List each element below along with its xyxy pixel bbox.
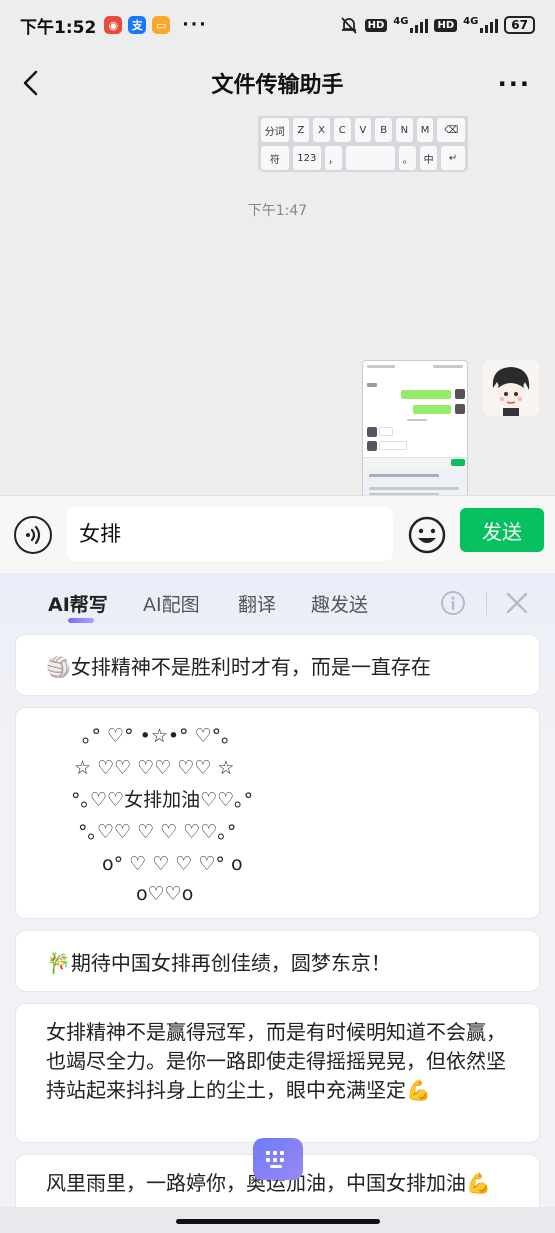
suggestion-text: 🏐女排精神不是胜利时才有，而是一直存在 — [46, 654, 431, 679]
send-button[interactable]: 发送 — [460, 508, 544, 552]
key: 符 — [261, 146, 289, 170]
mini-text — [369, 487, 459, 490]
suggestion-text: 女排精神不是赢得冠军，而是有时候明知道不会赢，也竭尽全力。是你一路即使走得摇摇晃… — [46, 1020, 506, 1102]
key: N — [396, 118, 413, 142]
network-label-2: 4G — [463, 15, 479, 27]
mini-avatar — [455, 389, 465, 399]
netease-music-icon: ◉ — [104, 16, 123, 34]
back-arrow-icon[interactable] — [18, 68, 46, 98]
signal-icon-2 — [480, 17, 499, 33]
key: 123 — [292, 146, 321, 170]
key: ， — [324, 146, 342, 170]
mini-white-bubble — [379, 427, 393, 436]
status-more-icon: ··· — [182, 15, 208, 35]
more-options-icon[interactable]: ··· — [498, 70, 531, 98]
mini-time — [407, 419, 427, 421]
key: 分词 — [261, 118, 289, 142]
mini-tabs — [369, 474, 439, 477]
mini-line — [367, 383, 377, 387]
keyboard-icon — [266, 1151, 284, 1168]
nav-bar: 文件传输助手 ··· — [0, 50, 555, 116]
key: B — [375, 118, 393, 142]
home-bar[interactable] — [176, 1219, 380, 1224]
tab-divider — [486, 591, 487, 615]
close-icon[interactable] — [504, 590, 530, 616]
ai-assistant-panel: AI帮写 AI配图 翻译 趣发送 🏐女排精神不是胜利时才有，而是一直存在 ｡° … — [0, 573, 555, 1233]
keyboard-row-2: 符 123 ， 。 中 ↵ — [261, 146, 465, 170]
space-key — [345, 146, 396, 170]
wechat-chat-screen: 下午1:52 ◉ 支 ▭ ··· HD 4G HD 4G 67 文件传输助手 ·… — [0, 0, 555, 1233]
key: ↵ — [441, 146, 465, 170]
info-icon[interactable] — [440, 590, 466, 616]
key: C — [333, 118, 351, 142]
suggestion-card-art[interactable]: ｡° ♡° •☆•° ♡°｡ ☆ ♡♡ ♡♡ ♡♡ ☆ °｡♡♡女排加油♡♡｡°… — [15, 707, 540, 919]
emoji-icon[interactable] — [408, 516, 446, 554]
hd-badge: HD — [364, 18, 388, 32]
alipay-icon: 支 — [128, 16, 147, 34]
signal-icon — [410, 17, 429, 33]
tab-ai-image[interactable]: AI配图 — [143, 590, 200, 617]
message-timestamp: 下午1:47 — [247, 203, 308, 219]
suggestion-text: 🎋期待中国女排再创佳绩，圆梦东京！ — [46, 950, 391, 975]
tab-translate[interactable]: 翻译 — [238, 590, 276, 617]
input-bar: 发送 — [0, 495, 555, 573]
message-icon: ▭ — [152, 16, 171, 34]
mini-avatar — [367, 441, 377, 451]
art-line: °｡♡♡ ♡ ♡ ♡♡｡° — [78, 821, 237, 843]
keyboard-screenshot-image[interactable]: 分词 Z X C V B N M ⌫ 符 123 ， 。 中 ↵ — [258, 116, 468, 172]
suggestion-card[interactable]: 🎋期待中国女排再创佳绩，圆梦东京！ — [15, 930, 540, 992]
key: V — [354, 118, 372, 142]
ai-tab-bar: AI帮写 AI配图 翻译 趣发送 — [0, 573, 555, 633]
key: M — [416, 118, 434, 142]
battery-indicator: 67 — [504, 16, 535, 34]
tab-ai-write[interactable]: AI帮写 — [48, 590, 108, 617]
suggestion-card[interactable]: 女排精神不是赢得冠军，而是有时候明知道不会赢，也竭尽全力。是你一路即使走得摇摇晃… — [15, 1003, 540, 1143]
art-line: °｡♡♡女排加油♡♡｡° — [71, 789, 254, 811]
art-line: o♡♡o — [136, 883, 194, 905]
avatar[interactable] — [483, 360, 539, 416]
key: X — [313, 118, 330, 142]
status-time: 下午1:52 — [20, 17, 97, 38]
chat-title: 文件传输助手 — [211, 73, 344, 98]
voice-wave-icon — [26, 525, 41, 545]
network-label-1: 4G — [393, 15, 409, 27]
message-input[interactable] — [67, 507, 393, 561]
silent-bell-icon — [340, 17, 357, 34]
art-line: ☆ ♡♡ ♡♡ ♡♡ ☆ — [74, 757, 235, 779]
voice-input-button[interactable] — [14, 516, 52, 554]
suggestion-card[interactable]: 🏐女排精神不是胜利时才有，而是一直存在 — [15, 634, 540, 696]
keyboard-toggle-button[interactable] — [253, 1138, 303, 1180]
key: 中 — [420, 146, 438, 170]
key: Z — [292, 118, 310, 142]
mini-status — [367, 365, 395, 368]
chat-messages[interactable]: 分词 Z X C V B N M ⌫ 符 123 ， 。 中 ↵ 下午1:47 — [0, 116, 555, 593]
tab-fun-send[interactable]: 趣发送 — [311, 590, 368, 617]
hd-badge-2: HD — [434, 18, 458, 32]
status-right: HD 4G HD 4G 67 — [339, 15, 535, 35]
key: ⌫ — [437, 118, 465, 142]
cartoon-avatar-icon — [483, 360, 539, 416]
mini-avatar — [367, 427, 377, 437]
mini-green-bubble — [413, 405, 451, 414]
mini-green-bubble — [401, 390, 451, 399]
active-tab-indicator — [68, 618, 94, 623]
status-bar: 下午1:52 ◉ 支 ▭ ··· HD 4G HD 4G 67 — [0, 0, 555, 50]
mini-white-bubble — [379, 441, 407, 450]
key: 。 — [399, 146, 417, 170]
mini-send — [451, 459, 465, 466]
keyboard-row-1: 分词 Z X C V B N M ⌫ — [261, 118, 465, 142]
art-line: o° ♡ ♡ ♡ ♡° o — [102, 853, 243, 875]
art-line: ｡° ♡° •☆•° ♡°｡ — [82, 725, 231, 747]
mini-status-right — [433, 365, 463, 368]
mini-avatar — [455, 404, 465, 414]
